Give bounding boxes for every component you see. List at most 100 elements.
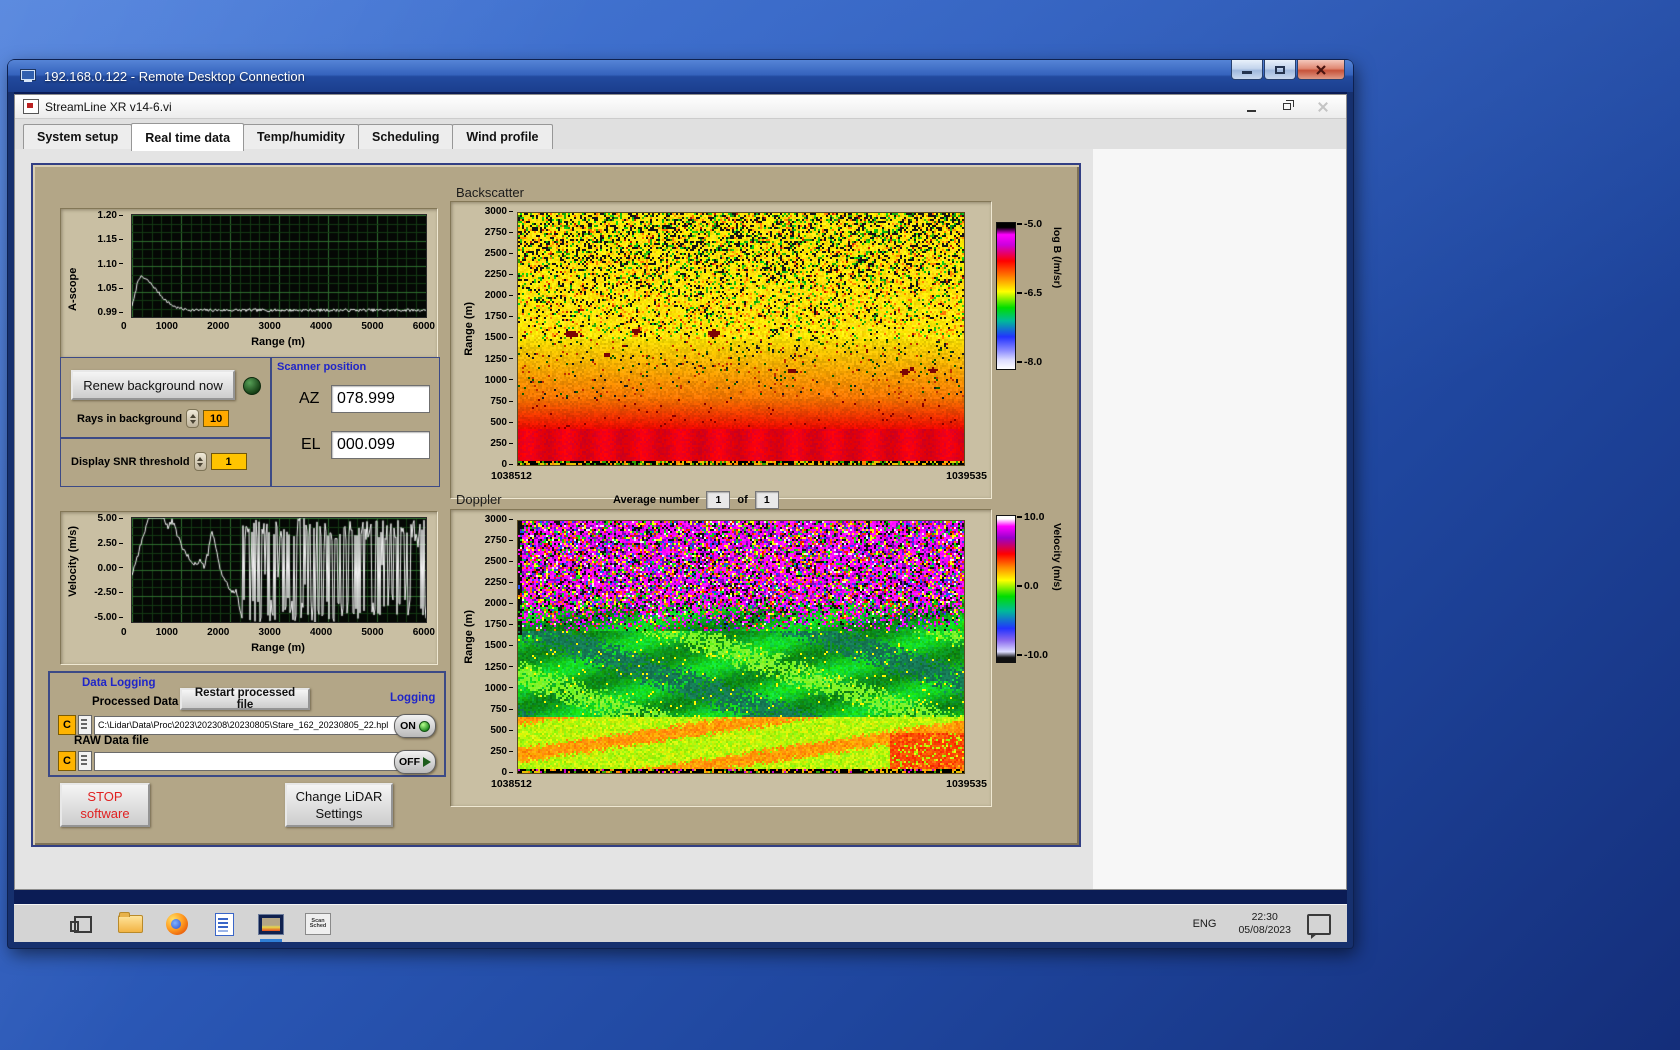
tick-label: 3000 (258, 627, 281, 638)
tick-label: 3000 (258, 321, 281, 332)
tick-label: 5000 (361, 627, 384, 638)
backscatter-graph: Range (m) 3000 2750 2500 2250 2000 1750 1500 12… (450, 201, 992, 499)
average-number-label: Average number (613, 494, 700, 506)
scanner-position-box: Scanner position AZ 078.999 EL 000.099 (270, 357, 440, 487)
tick-label: 2250 (485, 577, 513, 588)
restart-processed-file-button[interactable]: Restart processed file (180, 687, 310, 711)
ascope-yticks: 1.20 1.15 1.10 1.05 0.99 (87, 210, 123, 318)
raw-data-file-label: RAW Data file (74, 735, 149, 747)
velocity-ylabel: Velocity (m/s) (67, 526, 79, 597)
file-explorer-icon[interactable] (117, 910, 143, 938)
stop-software-button[interactable]: STOP software (60, 783, 150, 827)
doppler-title: Doppler (456, 492, 502, 507)
rays-stepper[interactable] (186, 409, 200, 428)
snr-stepper[interactable] (193, 452, 207, 471)
doppler-x-end: 1039535 (946, 778, 987, 790)
tab-temp-humidity[interactable]: Temp/humidity (243, 124, 360, 150)
remote-taskbar: Scan Sched ENG 22:30 05/08/2023 (14, 904, 1347, 942)
tick-label: 1.10 (98, 259, 123, 270)
tick-label: 2000 (207, 321, 230, 332)
streamline-app-icon[interactable] (258, 910, 284, 942)
remote-desktop-area: StreamLine XR v14-6.vi System setup Real … (14, 92, 1347, 942)
front-panel: A-scope 1.20 1.15 1.10 1.05 0.99 0 1000 2000 30… (31, 163, 1081, 847)
snr-value[interactable]: 1 (210, 453, 247, 470)
tick-label: 1.05 (98, 283, 123, 294)
action-center-icon[interactable] (1307, 913, 1331, 939)
renew-background-button[interactable]: Renew background now (71, 370, 235, 400)
tick-label: 1000 (155, 321, 178, 332)
streamline-window: StreamLine XR v14-6.vi System setup Real … (14, 94, 1347, 890)
tick-label: -2.50 (94, 587, 123, 598)
doppler-colorbar-ticks: 10.0 0.0 -10.0 (1017, 511, 1048, 661)
maximize-icon (1275, 65, 1285, 74)
document-app-icon[interactable] (211, 910, 237, 938)
velocity-xticks: 0 1000 2000 3000 4000 5000 6000 (121, 627, 435, 638)
document-app-glyph (214, 912, 234, 936)
snr-threshold-box: Display SNR threshold 1 (60, 437, 272, 487)
average-number-total[interactable]: 1 (754, 491, 779, 509)
tick-label: 1.20 (98, 210, 123, 221)
tick-label: 500 (490, 725, 513, 736)
tick-label: 750 (490, 396, 513, 407)
labview-icon (23, 99, 39, 114)
restart-processed-file-label: Restart processed file (194, 687, 296, 711)
vi-minimize-button[interactable] (1240, 99, 1262, 114)
change-lidar-settings-button[interactable]: Change LiDAR Settings (285, 783, 393, 827)
snr-threshold-label: Display SNR threshold (71, 455, 190, 468)
doppler-x-start: 1038512 (491, 778, 532, 790)
tab-wind-profile[interactable]: Wind profile (452, 124, 553, 150)
vi-restore-button[interactable] (1276, 99, 1298, 114)
tick-label: 2500 (485, 556, 513, 567)
processed-path-field[interactable]: C:\Lidar\Data\Proc\2023\202308\20230805\… (94, 715, 399, 735)
tick-label: 0.99 (98, 307, 123, 318)
raw-logging-toggle[interactable]: OFF (394, 750, 436, 774)
tick-label: -8.0 (1017, 356, 1042, 368)
tick-label: 1750 (485, 311, 513, 322)
vi-titlebar[interactable]: StreamLine XR v14-6.vi (15, 95, 1346, 119)
processed-logging-toggle[interactable]: ON (394, 714, 436, 738)
restore-icon (1283, 100, 1294, 110)
el-value[interactable]: 000.099 (331, 431, 430, 459)
tick-label: 2000 (485, 598, 513, 609)
backscatter-ylabel: Range (m) (463, 302, 475, 356)
tick-label: 1.15 (98, 234, 123, 245)
language-indicator[interactable]: ENG (1187, 914, 1223, 934)
tab-system-setup[interactable]: System setup (23, 124, 133, 150)
desktop: 192.168.0.122 - Remote Desktop Connectio… (0, 0, 1680, 1050)
processed-drive-selector[interactable]: C (58, 715, 76, 735)
tick-label: 1250 (485, 354, 513, 365)
file-browse-icon[interactable] (78, 715, 92, 735)
maximize-button[interactable] (1264, 60, 1296, 80)
ascope-ylabel: A-scope (67, 267, 79, 311)
tab-real-time-data[interactable]: Real time data (131, 123, 245, 151)
firefox-icon[interactable] (164, 910, 190, 938)
taskbar-clock[interactable]: 22:30 05/08/2023 (1238, 911, 1291, 937)
scan-scheduler-icon[interactable]: Scan Sched (305, 910, 331, 938)
tab-scheduling[interactable]: Scheduling (358, 124, 454, 150)
tick-label: 2000 (207, 627, 230, 638)
rays-value[interactable]: 10 (203, 410, 230, 427)
backscatter-title: Backscatter (456, 185, 524, 200)
tick-label: 0 (501, 459, 513, 470)
tick-label: 250 (490, 438, 513, 449)
raw-path-field[interactable] (94, 751, 399, 771)
tick-label: 2000 (485, 290, 513, 301)
rdp-titlebar[interactable]: 192.168.0.122 - Remote Desktop Connectio… (8, 60, 1353, 92)
backscatter-colorbar (996, 222, 1016, 370)
average-number-value[interactable]: 1 (706, 491, 731, 509)
task-view-icon[interactable] (70, 910, 96, 938)
backscatter-colorbar-ticks: -5.0 -6.5 -8.0 (1017, 218, 1042, 368)
minimize-button[interactable] (1231, 60, 1263, 80)
close-icon (1318, 102, 1328, 112)
tick-label: 1500 (485, 640, 513, 651)
tick-label: 6000 (412, 627, 435, 638)
close-button[interactable] (1297, 60, 1345, 80)
stop-label-line1: STOP (87, 789, 123, 804)
tick-label: -6.5 (1017, 287, 1042, 299)
doppler-yticks: 3000 2750 2500 2250 2000 1750 1500 1250 1000 750 5… (475, 514, 513, 778)
file-browse-icon[interactable] (78, 751, 92, 771)
raw-drive-selector[interactable]: C (58, 751, 76, 771)
az-value[interactable]: 078.999 (331, 385, 430, 413)
logging-label: Logging (390, 692, 436, 704)
taskbar-icons: Scan Sched (70, 910, 331, 942)
